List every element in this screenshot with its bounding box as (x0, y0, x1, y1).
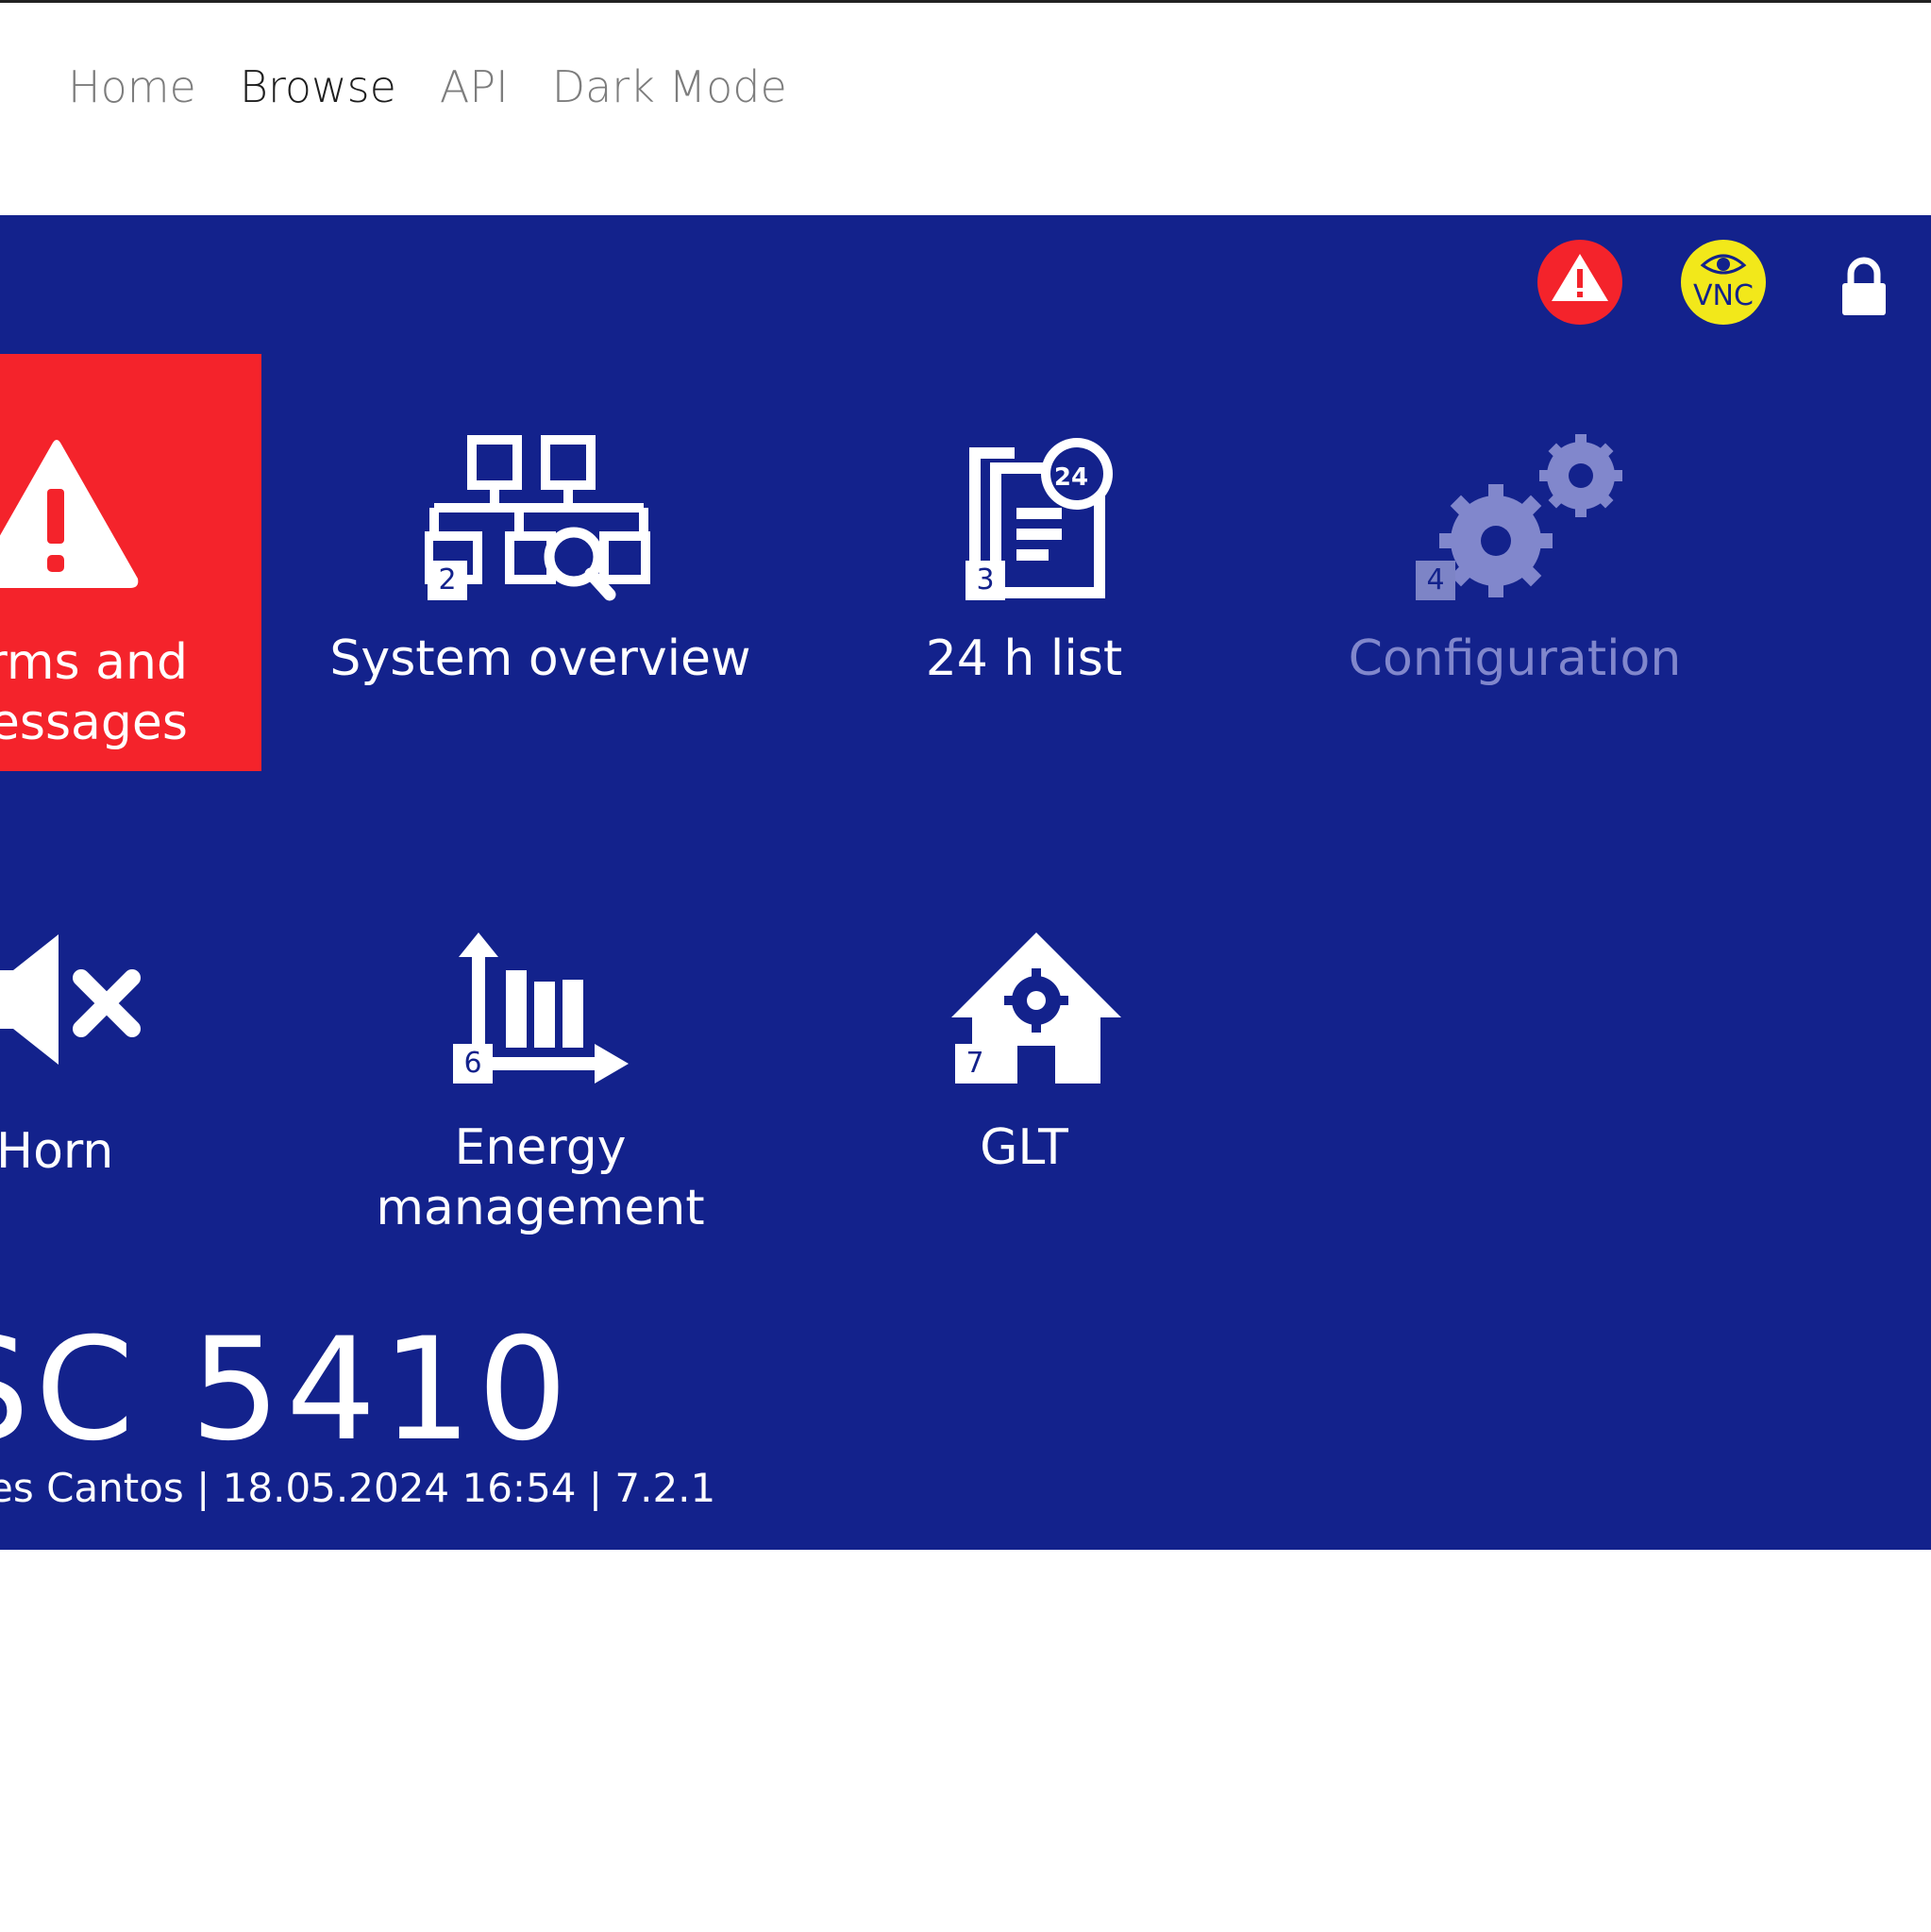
tile-alarms-and-messages[interactable]: rms and essages (0, 354, 261, 771)
tile-system-overview[interactable]: 2 System overview (321, 432, 760, 734)
tile-glt[interactable]: 7 GLT (868, 932, 1180, 1216)
tile-energy-management[interactable]: 6 Energy management (321, 932, 760, 1291)
tile-label: Configuration (1348, 630, 1682, 687)
nav-home[interactable]: Home (68, 61, 196, 112)
warning-icon[interactable] (1536, 239, 1623, 329)
tile-number-badge: 4 (1416, 561, 1455, 600)
tile-label: management (376, 1180, 705, 1236)
tile-label: GLT (980, 1119, 1068, 1176)
tile-label: Energy (454, 1119, 627, 1176)
top-border (0, 0, 1931, 3)
tile-24h-list[interactable]: 24 3 24 h list (868, 432, 1180, 734)
top-navigation: Home Browse API Dark Mode (68, 49, 787, 125)
tile-horn[interactable]: Horn (0, 932, 189, 1216)
tile-label: rms and (0, 634, 188, 691)
clock-24-label: 24 (1054, 463, 1088, 492)
device-model-title: SC 5410 (0, 1308, 574, 1472)
tile-label: System overview (329, 630, 751, 687)
vnc-eye-icon[interactable]: VNC (1680, 239, 1767, 329)
tile-configuration[interactable]: 4 Configuration (1326, 432, 1704, 734)
tile-label: Horn (0, 1123, 114, 1180)
tile-label: essages (0, 695, 188, 751)
device-info-line: es Cantos | 18.05.2024 16:54 | 7.2.1 (0, 1465, 716, 1511)
tile-number-badge: 2 (428, 561, 467, 600)
tile-number-badge: 6 (453, 1044, 493, 1084)
speaker-mute-icon (0, 932, 142, 1070)
controller-screen: VNC rms and essages 2 System overview 24… (0, 215, 1931, 1550)
nav-api[interactable]: API (440, 61, 509, 112)
nav-dark-mode[interactable]: Dark Mode (552, 61, 787, 112)
nav-browse[interactable]: Browse (240, 61, 396, 112)
tile-label: 24 h list (925, 630, 1123, 687)
tile-number-badge: 7 (955, 1044, 995, 1084)
lock-icon[interactable] (1840, 255, 1888, 321)
vnc-label: VNC (1693, 279, 1754, 312)
warning-triangle-icon (0, 437, 142, 596)
tile-number-badge: 3 (966, 561, 1005, 600)
